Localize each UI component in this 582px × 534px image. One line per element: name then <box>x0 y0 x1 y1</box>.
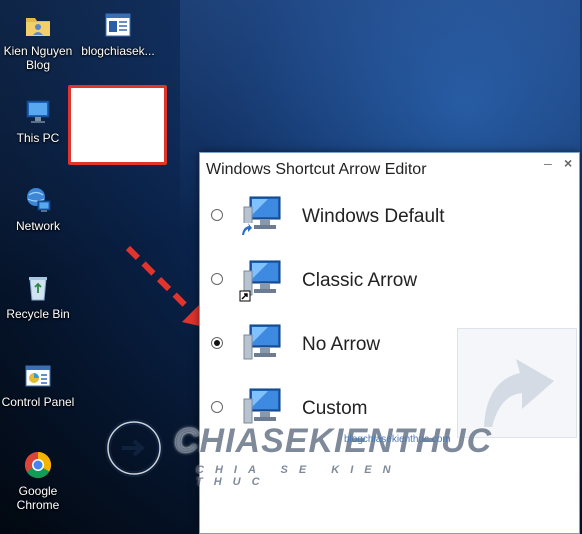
control-panel-icon <box>23 361 53 391</box>
minimize-button[interactable]: – <box>544 155 552 171</box>
desktop-icon-label: Control Panel <box>1 395 75 409</box>
radio-windows-default[interactable] <box>211 209 223 221</box>
watermark-logo: CHIASEKIENTHUC blogchiasekienthuc.com CH… <box>100 412 491 492</box>
recycle-bin-icon <box>23 273 53 303</box>
computer-shortcut-classic-arrow-icon <box>238 257 286 305</box>
option-label: Windows Default <box>302 206 445 227</box>
desktop-icon-label: Network <box>15 219 60 233</box>
watermark-emblem-icon <box>105 419 163 477</box>
option-no-arrow[interactable]: No Arrow <box>200 317 500 377</box>
computer-shortcut-no-arrow-icon <box>238 321 286 369</box>
desktop-icon-label: blogchiasek... <box>81 44 155 58</box>
network-icon <box>23 185 53 215</box>
folder-user-icon <box>23 10 53 40</box>
computer-shortcut-default-arrow-icon <box>238 193 286 241</box>
document-window-icon <box>103 10 133 40</box>
radio-no-arrow[interactable] <box>211 337 223 349</box>
desktop-icon-label: Google Chrome <box>16 484 60 512</box>
desktop-icon-network[interactable]: Network <box>0 185 76 233</box>
option-windows-default[interactable]: Windows Default <box>200 189 500 249</box>
chrome-icon <box>23 450 53 480</box>
watermark-url: blogchiasekienthuc.com <box>344 434 451 445</box>
desktop-icon-control-panel[interactable]: Control Panel <box>0 361 76 409</box>
desktop-icon-label: Recycle Bin <box>6 307 70 321</box>
desktop-icon-recycle-bin[interactable]: Recycle Bin <box>0 273 76 321</box>
desktop-icon-kien-nguyen-blog[interactable]: Kien Nguyen Blog <box>0 10 76 72</box>
desktop-icon-google-chrome[interactable]: Google Chrome <box>0 450 76 512</box>
desktop-icon-label: Kien Nguyen Blog <box>3 44 73 72</box>
highlight-box <box>68 85 167 165</box>
window-title: Windows Shortcut Arrow Editor <box>206 161 427 178</box>
desktop-icon-label: This PC <box>16 131 60 145</box>
close-button[interactable]: × <box>564 155 572 171</box>
radio-classic-arrow[interactable] <box>211 273 223 285</box>
watermark-tagline: CHIA SE KIEN THUC <box>196 464 402 488</box>
option-label: No Arrow <box>302 334 381 355</box>
option-classic-arrow[interactable]: Classic Arrow <box>200 253 500 313</box>
desktop-icon-this-pc[interactable]: This PC <box>0 97 76 145</box>
computer-icon <box>23 97 53 127</box>
desktop-icon-blogchiasek[interactable]: blogchiasek... <box>80 10 156 58</box>
option-label: Classic Arrow <box>302 270 418 291</box>
